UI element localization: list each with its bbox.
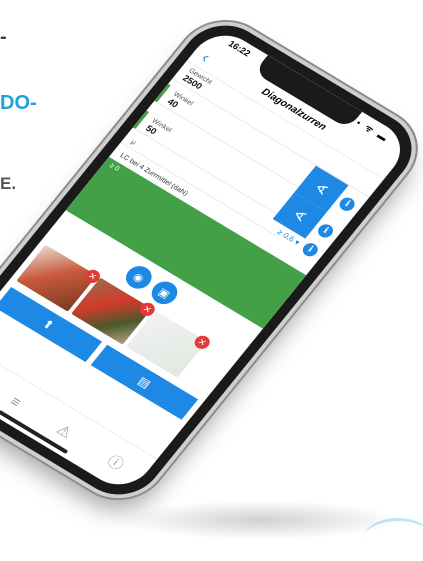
side-text-2: DO- bbox=[0, 92, 37, 114]
status-time: 16:22 bbox=[226, 38, 253, 59]
warning-icon[interactable]: ⚠ bbox=[53, 421, 76, 441]
cloud-upload-icon: ⬆ bbox=[39, 316, 58, 333]
phone-mockup: 16:22 ▪ ᯤ ▬ ‹ Diagonalzurren Gewicht 250… bbox=[0, 11, 423, 509]
info-circle-icon[interactable]: ⓘ bbox=[103, 450, 129, 474]
side-text-3: E. bbox=[0, 174, 17, 193]
list-icon[interactable]: ≡ bbox=[6, 393, 24, 411]
lc-result-text: ≥ 0 bbox=[107, 162, 121, 173]
phone-screen: 16:22 ▪ ᯤ ▬ ‹ Diagonalzurren Gewicht 250… bbox=[0, 24, 414, 496]
remove-icon[interactable]: ✕ bbox=[191, 333, 213, 352]
side-text-1: - bbox=[0, 26, 8, 48]
phone-shadow bbox=[120, 500, 400, 540]
info-icon[interactable]: i bbox=[315, 221, 336, 241]
info-icon[interactable]: i bbox=[336, 195, 358, 214]
pdf-icon: ▤ bbox=[135, 373, 154, 391]
